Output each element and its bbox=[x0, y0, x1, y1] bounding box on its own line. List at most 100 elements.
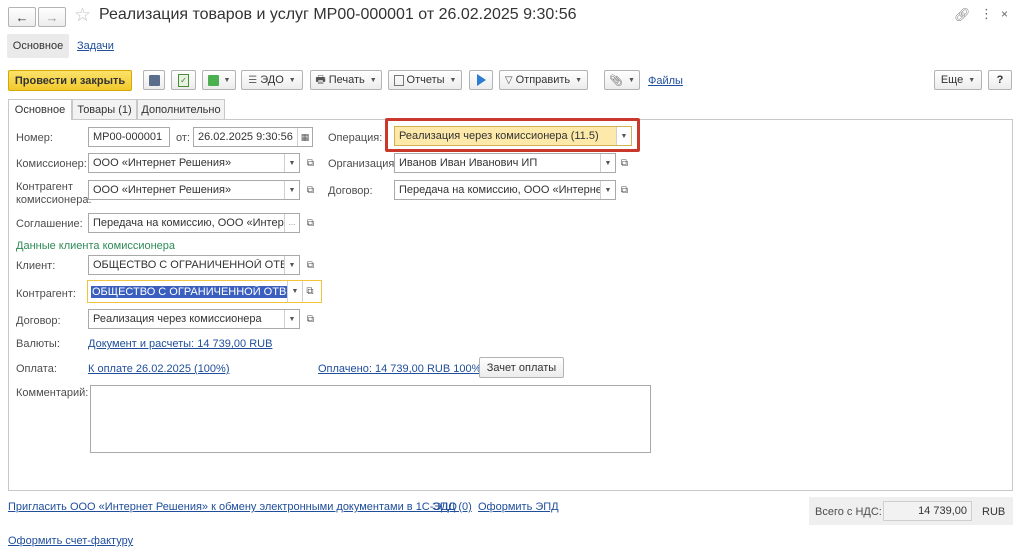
contract-field[interactable]: Передача на комиссию, ООО «Интернет I ▼ bbox=[394, 180, 616, 200]
post-close-button[interactable]: Провести и закрыть bbox=[8, 70, 132, 91]
commissioner-field[interactable]: ООО «Интернет Решения» ▼ bbox=[88, 153, 300, 173]
chevron-down-icon: ▼ bbox=[968, 76, 976, 84]
agreement-label: Соглашение: bbox=[16, 218, 83, 230]
comment-textarea[interactable] bbox=[90, 385, 651, 453]
invite-edo-link[interactable]: Пригласить ООО «Интернет Решения» к обме… bbox=[8, 501, 457, 513]
forward-button[interactable]: → bbox=[38, 7, 66, 27]
number-label: Номер: bbox=[16, 132, 53, 144]
arrow-left-icon: ← bbox=[15, 9, 29, 25]
open-icon[interactable]: ⧉ bbox=[302, 281, 317, 302]
chevron-down-icon[interactable]: ▼ bbox=[287, 281, 302, 302]
open-icon[interactable]: ⧉ bbox=[303, 311, 318, 327]
counterparty-comm-value: ООО «Интернет Решения» bbox=[93, 184, 232, 196]
section-nav-main[interactable]: Основное bbox=[7, 34, 69, 58]
agreement-field[interactable]: Передача на комиссию, ООО «Интерне … bbox=[88, 213, 300, 233]
calendar-icon[interactable]: ▦ bbox=[297, 128, 312, 146]
chevron-down-icon[interactable]: ▼ bbox=[616, 127, 631, 145]
chevron-down-icon: ▼ bbox=[288, 76, 296, 84]
page-title: Реализация товаров и услуг МР00-000001 о… bbox=[99, 6, 577, 23]
link-icon[interactable]: 🔗︎ bbox=[954, 7, 971, 23]
run-button[interactable] bbox=[469, 70, 493, 90]
edo-icon: ☰ bbox=[248, 74, 258, 86]
tab-main-label: Основное bbox=[14, 104, 66, 116]
attach-button[interactable]: 📎︎ ▼ bbox=[604, 70, 640, 90]
post-button[interactable]: ✓ bbox=[171, 70, 196, 90]
tab-main[interactable]: Основное bbox=[8, 99, 72, 120]
client-section-title: Данные клиента комиссионера bbox=[16, 240, 176, 252]
paid-link[interactable]: Оплачено: 14 739,00 RUB 100% bbox=[318, 363, 481, 375]
contract-label: Договор: bbox=[328, 185, 373, 197]
help-label: ? bbox=[996, 74, 1004, 86]
client-field[interactable]: ОБЩЕСТВО С ОГРАНИЧЕННОЙ ОТВЕТ ▼ bbox=[88, 255, 300, 275]
edo-button[interactable]: ☰ ЭДО ▼ bbox=[241, 70, 303, 90]
tab-extra-label: Дополнительно bbox=[141, 103, 221, 116]
make-epd-link[interactable]: Оформить ЭПД bbox=[478, 501, 559, 513]
section-nav-tasks[interactable]: Задачи bbox=[77, 40, 114, 52]
chevron-down-icon[interactable]: ▼ bbox=[284, 310, 299, 328]
post-document-icon: ✓ bbox=[178, 73, 189, 87]
arrow-right-icon: → bbox=[45, 9, 59, 25]
offset-payment-button[interactable]: Зачет оплаты bbox=[479, 357, 564, 378]
open-icon[interactable]: ⧉ bbox=[303, 257, 318, 273]
chevron-down-icon: ▼ bbox=[369, 76, 377, 84]
invoice-link[interactable]: Оформить счет-фактуру bbox=[8, 535, 133, 547]
print-label: Печать bbox=[328, 74, 365, 86]
save-button[interactable] bbox=[143, 70, 165, 90]
payment-label: Оплата: bbox=[16, 363, 57, 375]
open-icon[interactable]: ⧉ bbox=[617, 182, 632, 198]
reports-button[interactable]: Отчеты ▼ bbox=[388, 70, 462, 90]
create-based-icon bbox=[207, 74, 219, 86]
tab-goods[interactable]: Товары (1) bbox=[72, 99, 137, 119]
send-button[interactable]: ▽ Отправить ▼ bbox=[499, 70, 588, 90]
offset-payment-label: Зачет оплаты bbox=[486, 361, 557, 374]
print-button[interactable]: 🖶︎ Печать ▼ bbox=[310, 70, 382, 90]
number-field[interactable]: МР00-000001 bbox=[88, 127, 170, 147]
reports-icon bbox=[393, 74, 404, 86]
chevron-down-icon[interactable]: ▼ bbox=[600, 154, 615, 172]
back-button[interactable]: ← bbox=[8, 7, 36, 27]
comment-label: Комментарий: bbox=[16, 387, 89, 399]
tab-extra[interactable]: Дополнительно bbox=[137, 99, 225, 119]
client-contract-field[interactable]: Реализация через комиссионера ▼ bbox=[88, 309, 300, 329]
total-label: Всего с НДС: bbox=[815, 506, 882, 518]
open-icon[interactable]: ⧉ bbox=[303, 215, 318, 231]
organization-label: Организация: bbox=[328, 158, 398, 170]
chevron-down-icon[interactable]: ▼ bbox=[600, 181, 615, 199]
chevron-down-icon[interactable]: ▼ bbox=[284, 154, 299, 172]
close-icon[interactable]: × bbox=[1001, 7, 1008, 21]
more-button[interactable]: Еще ▼ bbox=[934, 70, 982, 90]
files-link[interactable]: Файлы bbox=[648, 75, 683, 87]
operation-select[interactable]: Реализация через комиссионера (11.5) ▼ bbox=[394, 126, 632, 146]
date-field[interactable]: 26.02.2025 9:30:56 ▦ bbox=[193, 127, 313, 147]
star-icon[interactable]: ☆ bbox=[74, 4, 91, 27]
paperclip-icon: 📎︎ bbox=[609, 74, 624, 87]
create-based-on-button[interactable]: ▼ bbox=[202, 70, 236, 90]
chevron-down-icon: ▼ bbox=[449, 76, 457, 84]
open-icon[interactable]: ⧉ bbox=[617, 155, 632, 171]
chevron-down-icon[interactable]: ▼ bbox=[284, 181, 299, 199]
open-icon[interactable]: ⧉ bbox=[303, 182, 318, 198]
chevron-down-icon[interactable]: ▼ bbox=[284, 256, 299, 274]
post-close-label: Провести и закрыть bbox=[14, 74, 126, 87]
counterparty-label: Контрагент: bbox=[16, 288, 76, 300]
section-nav-main-label: Основное bbox=[12, 40, 64, 52]
counterparty-comm-field[interactable]: ООО «Интернет Решения» ▼ bbox=[88, 180, 300, 200]
counterparty-value: ОБЩЕСТВО С ОГРАНИЧЕННОЙ ОТВЕ bbox=[91, 285, 287, 298]
currency-link[interactable]: Документ и расчеты: 14 739,00 RUB bbox=[88, 338, 272, 350]
total-field: 14 739,00 bbox=[883, 501, 972, 521]
counterparty-field[interactable]: ОБЩЕСТВО С ОГРАНИЧЕННОЙ ОТВЕ ▼ ⧉ bbox=[87, 280, 322, 303]
more-vertical-icon[interactable]: ⋮ bbox=[980, 6, 993, 22]
payment-link[interactable]: К оплате 26.02.2025 (100%) bbox=[88, 363, 230, 375]
organization-field[interactable]: Иванов Иван Иванович ИП ▼ bbox=[394, 153, 616, 173]
client-value: ОБЩЕСТВО С ОГРАНИЧЕННОЙ ОТВЕТ bbox=[93, 259, 284, 271]
date-value: 26.02.2025 9:30:56 bbox=[198, 131, 293, 143]
reports-label: Отчеты bbox=[406, 74, 445, 86]
counterparty-comm-label-1: Контрагент bbox=[16, 181, 73, 193]
open-icon[interactable]: ⧉ bbox=[303, 155, 318, 171]
printer-icon: 🖶︎ bbox=[315, 73, 326, 86]
ellipsis-icon[interactable]: … bbox=[284, 214, 299, 232]
help-button[interactable]: ? bbox=[988, 70, 1012, 90]
chevron-down-icon: ▼ bbox=[628, 76, 635, 84]
epd-link[interactable]: ЭПД (0) bbox=[432, 501, 472, 513]
chevron-down-icon: ▼ bbox=[223, 76, 231, 84]
